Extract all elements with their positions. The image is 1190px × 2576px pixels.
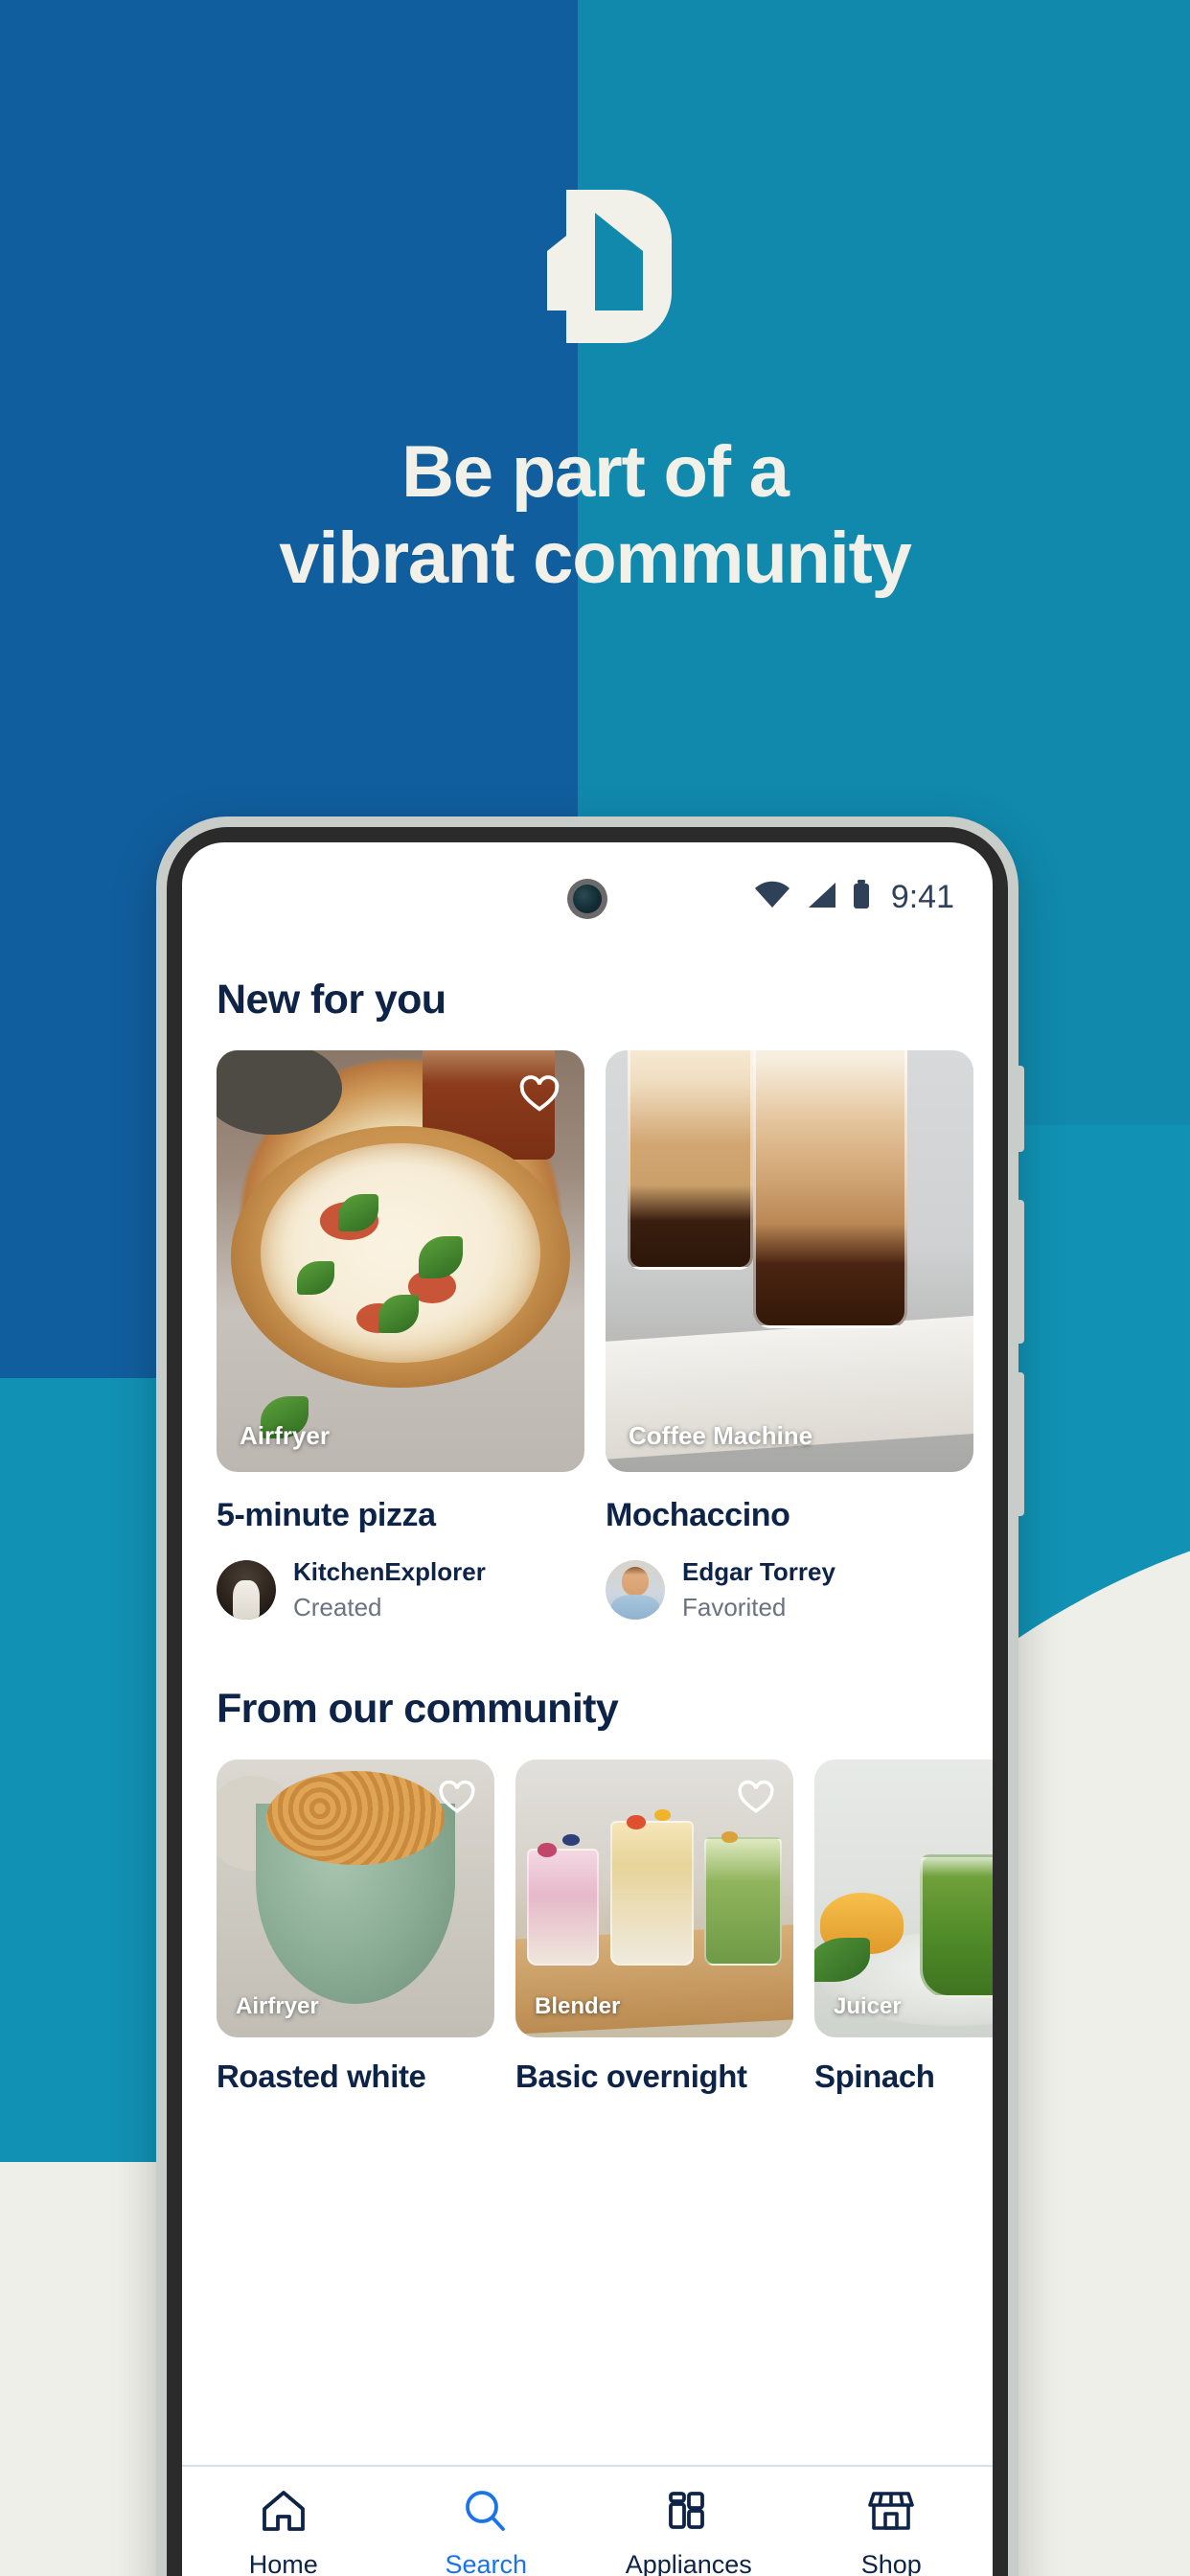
section-title-new-for-you: New for you (217, 977, 446, 1023)
appliance-tag: Airfryer (240, 1421, 330, 1450)
recipe-card[interactable]: Coffee Machine Mochaccino Edgar Torrey F… (606, 1050, 973, 1622)
nav-label: Home (248, 2550, 318, 2576)
section-title-from-our-community: From our community (217, 1686, 619, 1732)
hero-title-line-1: Be part of a (401, 431, 790, 513)
recipe-card[interactable]: Airfryer 5-minute pizza KitchenExplorer … (217, 1050, 584, 1622)
recipe-author[interactable]: KitchenExplorer Created (217, 1557, 584, 1622)
wifi-icon (753, 881, 791, 914)
recipe-thumbnail[interactable]: Juicer (814, 1760, 993, 2037)
phone-screen: 9:41 New for you Airfryer 5-minute pizza… (182, 842, 993, 2576)
heart-icon[interactable] (437, 1777, 477, 1817)
app-content: New for you Airfryer 5-minute pizza Kitc… (182, 942, 993, 2576)
home-icon (259, 2488, 309, 2539)
recipe-thumbnail[interactable]: Airfryer (217, 1760, 494, 2037)
home-connect-logo (509, 180, 681, 353)
recipe-title: Basic overnight (515, 2058, 747, 2094)
nav-label: Search (445, 2550, 528, 2576)
new-for-you-carousel[interactable]: Airfryer 5-minute pizza KitchenExplorer … (182, 1050, 993, 1622)
recipe-thumbnail[interactable]: Coffee Machine (606, 1050, 973, 1472)
recipe-author[interactable]: Edgar Torrey Favorited (606, 1557, 973, 1622)
heart-icon[interactable] (517, 1071, 561, 1116)
hero-title-line-2: vibrant community (279, 517, 912, 599)
community-card[interactable]: Blender Basic overnight (515, 1760, 793, 2095)
status-bar-time: 9:41 (890, 879, 954, 915)
community-card[interactable]: Airfryer Roasted white (217, 1760, 494, 2095)
nav-label: Appliances (625, 2550, 752, 2576)
store-icon (866, 2488, 916, 2539)
appliance-tag: Juicer (834, 1993, 902, 2019)
avatar (217, 1560, 276, 1620)
recipe-thumbnail[interactable]: Blender (515, 1760, 793, 2037)
bottom-navigation: Home Search Appliances Shop (182, 2465, 993, 2576)
appliance-tag: Blender (535, 1993, 621, 2019)
status-bar: 9:41 (753, 879, 954, 916)
search-icon (461, 2488, 511, 2539)
phone-button-power[interactable] (1016, 1372, 1024, 1516)
author-name: Edgar Torrey (682, 1557, 835, 1586)
phone-mockup: 9:41 New for you Airfryer 5-minute pizza… (156, 816, 1024, 2576)
recipe-thumbnail[interactable]: Airfryer (217, 1050, 584, 1472)
signal-icon (805, 881, 837, 914)
nav-item-search[interactable]: Search (400, 2488, 572, 2576)
promo-screenshot: Be part of a vibrant community 9:41 New … (0, 0, 1190, 2576)
author-name: KitchenExplorer (293, 1557, 486, 1586)
recipe-title: 5-minute pizza (217, 1497, 436, 1533)
recipe-title: Mochaccino (606, 1497, 790, 1533)
recipe-title: Spinach (814, 2058, 935, 2094)
author-action: Favorited (682, 1593, 787, 1622)
nav-item-appliances[interactable]: Appliances (603, 2488, 775, 2576)
phone-button-volume-up[interactable] (1016, 1066, 1024, 1152)
coffee-photo (606, 1050, 973, 1472)
community-carousel[interactable]: Airfryer Roasted white Blender Basic ove… (182, 1760, 993, 2095)
appliance-tag: Airfryer (236, 1993, 319, 2019)
recipe-title: Roasted white (217, 2058, 426, 2094)
appliance-tag: Coffee Machine (629, 1421, 813, 1450)
phone-button-volume-down[interactable] (1016, 1200, 1024, 1344)
community-card[interactable]: Juicer Spinach (814, 1760, 993, 2095)
nav-label: Shop (860, 2550, 922, 2576)
author-action: Created (293, 1593, 382, 1622)
battery-icon (851, 880, 872, 915)
heart-icon[interactable] (736, 1777, 776, 1817)
camera-icon (567, 879, 607, 919)
grid-icon (664, 2488, 714, 2539)
nav-item-shop[interactable]: Shop (805, 2488, 977, 2576)
nav-item-home[interactable]: Home (197, 2488, 370, 2576)
avatar (606, 1560, 665, 1620)
page-title: Be part of a vibrant community (0, 429, 1190, 601)
